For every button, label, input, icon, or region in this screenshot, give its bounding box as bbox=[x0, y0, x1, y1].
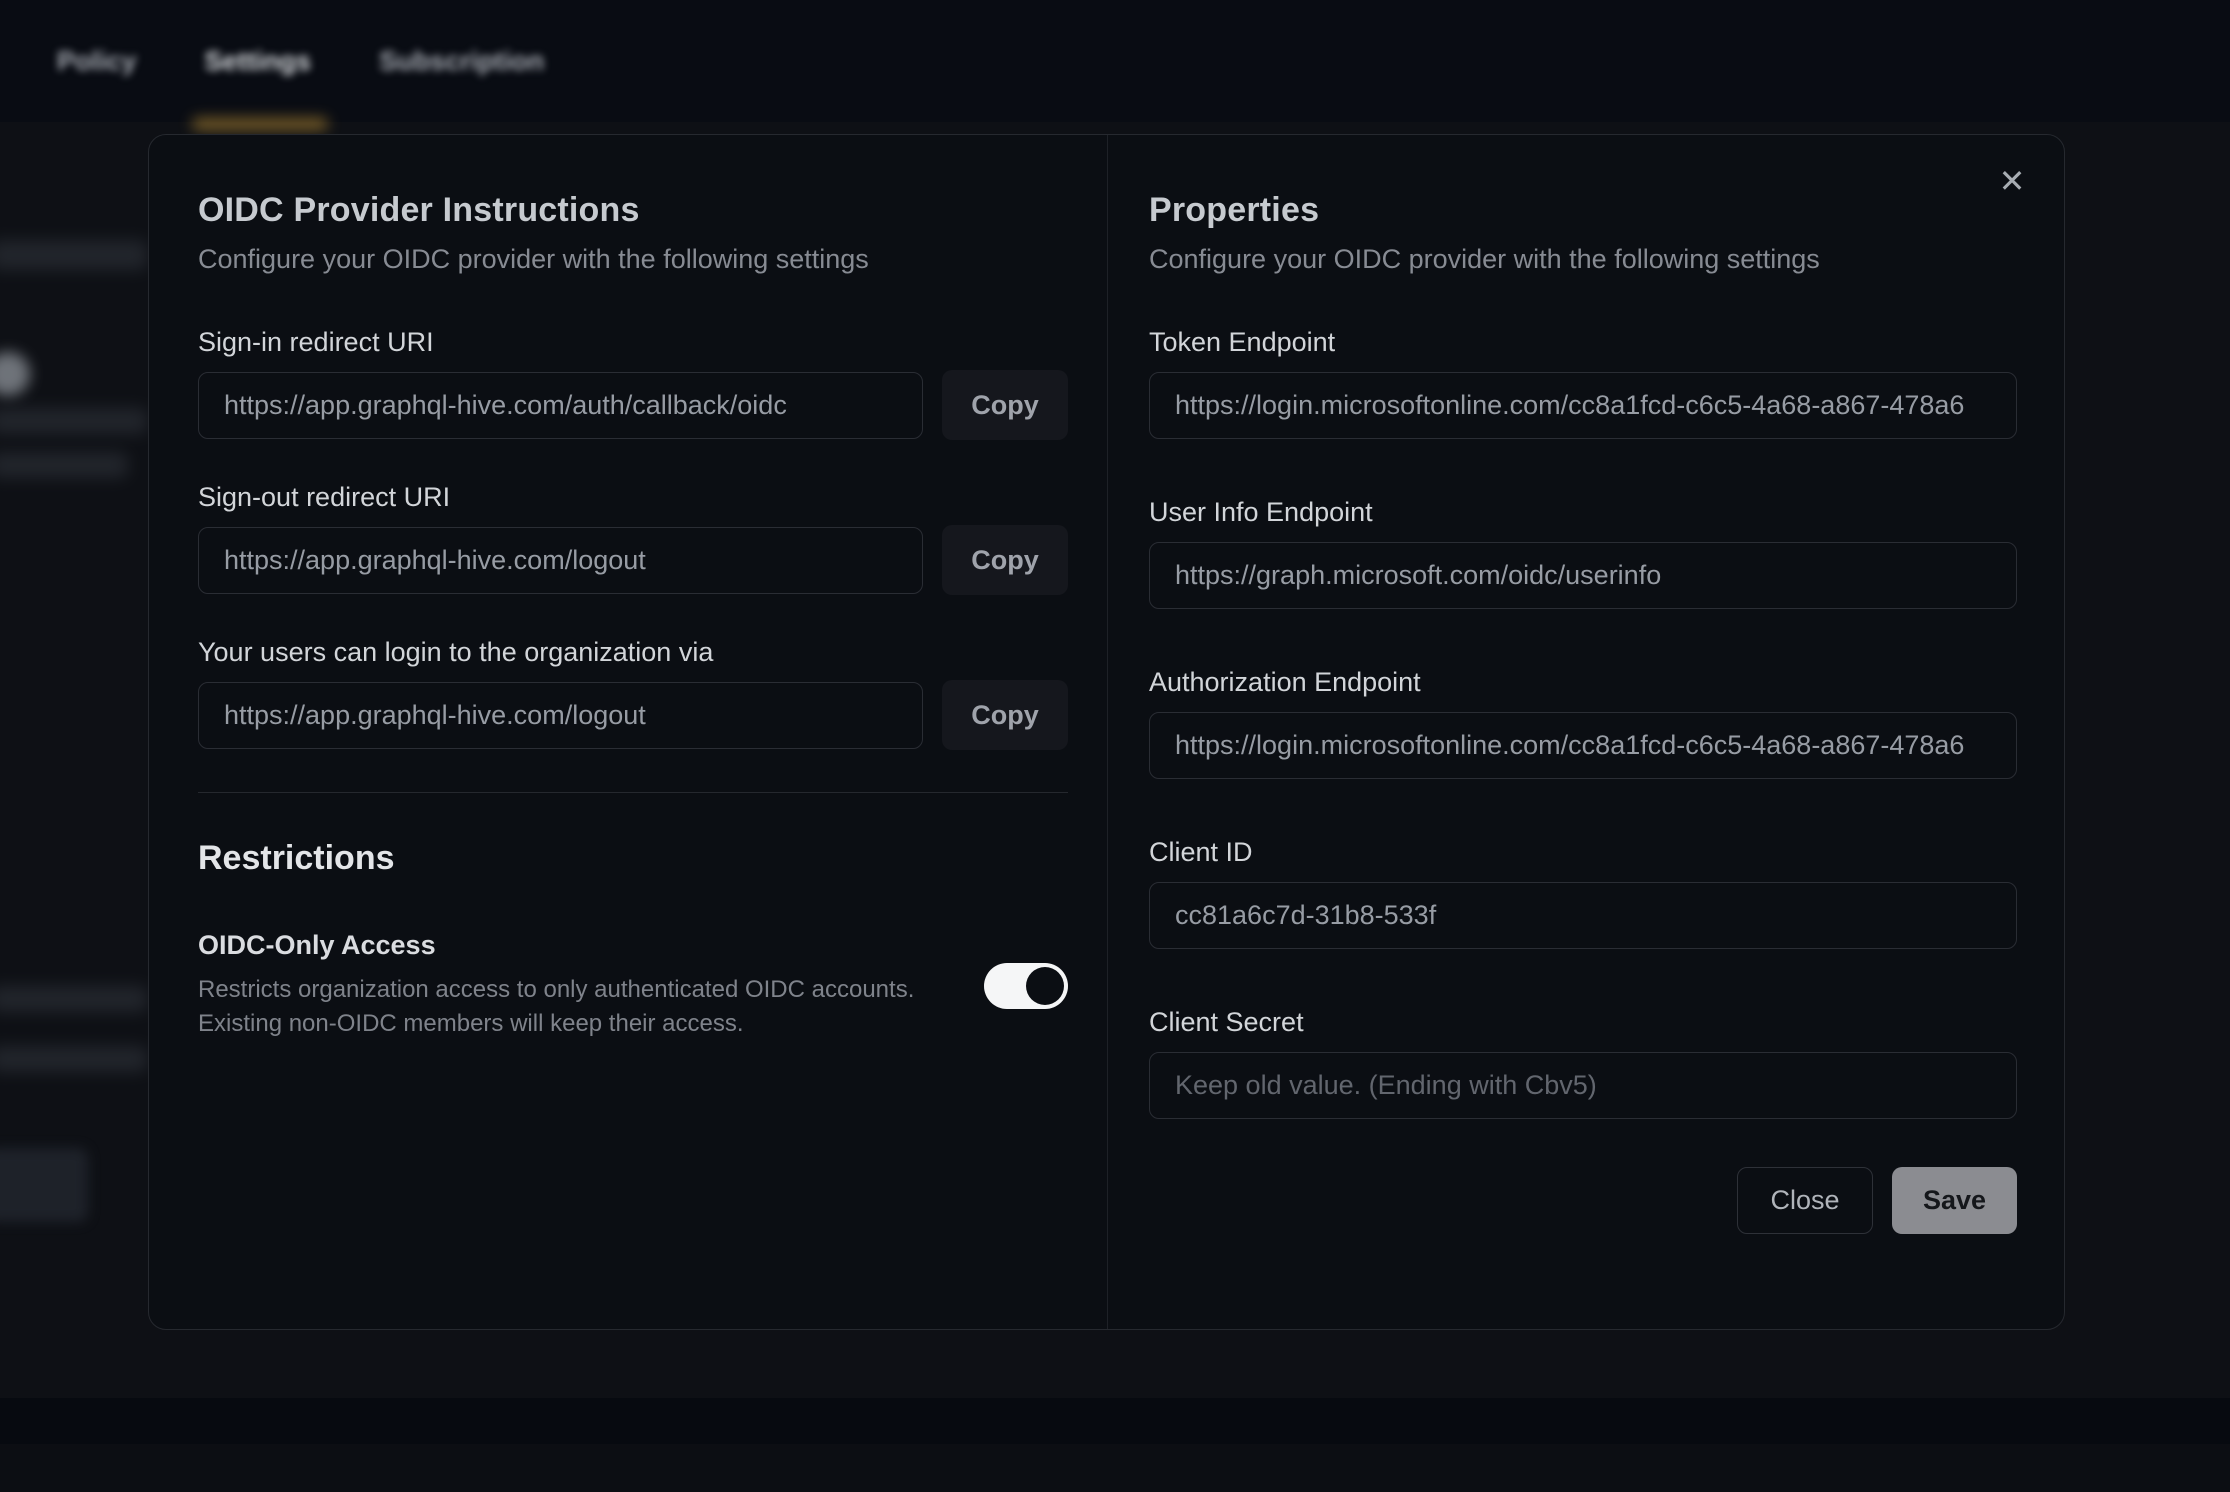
properties-subtitle: Configure your OIDC provider with the fo… bbox=[1149, 244, 2017, 275]
client-secret-label: Client Secret bbox=[1149, 1007, 2017, 1038]
active-tab-underline bbox=[192, 118, 328, 130]
oidc-only-access-row: OIDC-Only Access Restricts organization … bbox=[198, 930, 1068, 1041]
oidc-only-access-description: Restricts organization access to only au… bbox=[198, 973, 964, 1041]
tab-settings[interactable]: Settings bbox=[205, 46, 312, 77]
tab-subscription[interactable]: Subscription bbox=[379, 46, 544, 77]
background-footer-band bbox=[0, 1398, 2230, 1444]
instructions-title: OIDC Provider Instructions bbox=[198, 191, 1068, 230]
oidc-only-access-toggle[interactable] bbox=[984, 963, 1068, 1009]
description-line-2: Existing non-OIDC members will keep thei… bbox=[198, 1010, 744, 1037]
signout-redirect-input[interactable] bbox=[198, 527, 923, 594]
restrictions-divider bbox=[198, 792, 1068, 793]
blurred-text-fragment bbox=[0, 240, 148, 270]
description-line-1: Restricts organization access to only au… bbox=[198, 976, 914, 1003]
signin-redirect-row: Copy bbox=[198, 372, 1068, 440]
tab-policy[interactable]: Policy bbox=[57, 46, 137, 77]
login-via-label: Your users can login to the organization… bbox=[198, 637, 1068, 668]
copy-signin-button[interactable]: Copy bbox=[942, 370, 1068, 440]
signin-redirect-label: Sign-in redirect URI bbox=[198, 327, 1068, 358]
toggle-knob bbox=[1026, 967, 1064, 1005]
save-button[interactable]: Save bbox=[1892, 1167, 2017, 1234]
blurred-text-fragment bbox=[0, 1046, 148, 1072]
authorization-endpoint-label: Authorization Endpoint bbox=[1149, 667, 2017, 698]
login-via-row: Copy bbox=[198, 682, 1068, 750]
token-endpoint-input[interactable] bbox=[1149, 372, 2017, 439]
close-button[interactable]: Close bbox=[1737, 1167, 1873, 1234]
user-info-endpoint-input[interactable] bbox=[1149, 542, 2017, 609]
column-divider bbox=[1107, 135, 1108, 1329]
oidc-only-access-text: OIDC-Only Access Restricts organization … bbox=[198, 930, 964, 1041]
oidc-settings-modal: ✕ OIDC Provider Instructions Configure y… bbox=[148, 134, 2065, 1330]
page: Policy Settings Subscription ✕ OIDC Prov… bbox=[0, 0, 2230, 1492]
instructions-column: OIDC Provider Instructions Configure you… bbox=[198, 135, 1068, 1041]
token-endpoint-label: Token Endpoint bbox=[1149, 327, 2017, 358]
client-id-label: Client ID bbox=[1149, 837, 2017, 868]
blurred-text-fragment bbox=[0, 408, 148, 434]
client-id-input[interactable] bbox=[1149, 882, 2017, 949]
oidc-only-access-label: OIDC-Only Access bbox=[198, 930, 964, 961]
authorization-endpoint-input[interactable] bbox=[1149, 712, 2017, 779]
blurred-avatar-fragment bbox=[0, 352, 30, 396]
restrictions-title: Restrictions bbox=[198, 839, 1068, 878]
signin-redirect-input[interactable] bbox=[198, 372, 923, 439]
signout-redirect-label: Sign-out redirect URI bbox=[198, 482, 1068, 513]
copy-signout-button[interactable]: Copy bbox=[942, 525, 1068, 595]
blurred-text-fragment bbox=[0, 986, 148, 1012]
blurred-text-fragment bbox=[0, 452, 128, 478]
instructions-subtitle: Configure your OIDC provider with the fo… bbox=[198, 244, 1068, 275]
modal-actions: Close Save bbox=[1149, 1167, 2017, 1234]
client-secret-input[interactable] bbox=[1149, 1052, 2017, 1119]
properties-title: Properties bbox=[1149, 191, 2017, 230]
signout-redirect-row: Copy bbox=[198, 527, 1068, 595]
properties-column: Properties Configure your OIDC provider … bbox=[1149, 135, 2017, 1234]
background-footer-band2 bbox=[0, 1444, 2230, 1492]
background-tabs: Policy Settings Subscription bbox=[57, 0, 544, 122]
blurred-button-fragment bbox=[0, 1148, 88, 1222]
copy-login-via-button[interactable]: Copy bbox=[942, 680, 1068, 750]
login-via-input[interactable] bbox=[198, 682, 923, 749]
user-info-endpoint-label: User Info Endpoint bbox=[1149, 497, 2017, 528]
